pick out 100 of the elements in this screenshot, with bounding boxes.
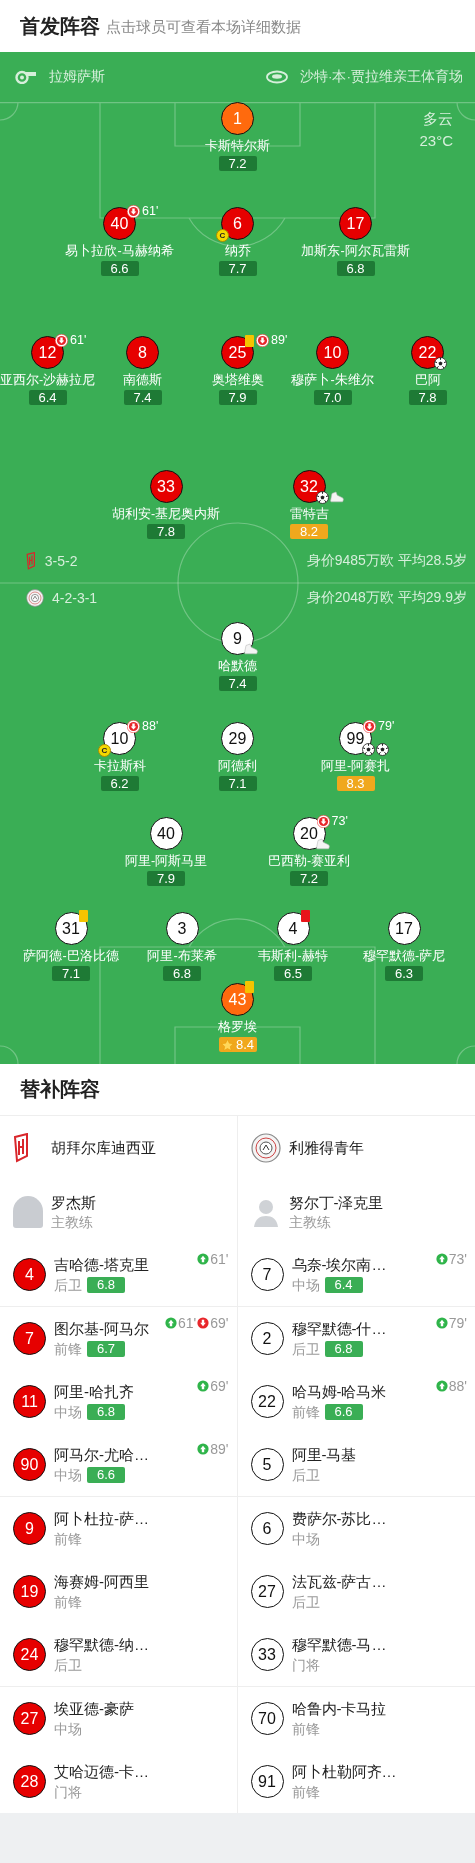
weather-text: 多云 — [423, 109, 453, 129]
player-position: 中场 — [54, 1720, 82, 1738]
player-number[interactable]: 7 — [13, 1322, 46, 1355]
player-number[interactable]: 31 — [54, 912, 88, 945]
whistle-icon — [15, 70, 37, 84]
team-logo — [26, 552, 37, 570]
boot-icon — [244, 643, 258, 656]
stadium-name: 沙特·本·贾拉维亲王体育场 — [300, 68, 463, 86]
player-number[interactable]: 7 — [250, 1258, 284, 1291]
player-rating: 6.8 — [87, 1277, 125, 1293]
player-number[interactable]: 10 — [316, 336, 349, 369]
player-number[interactable]: 1 — [221, 102, 254, 135]
player-position: 前锋 — [54, 1530, 82, 1548]
player-number[interactable]: 29 — [221, 722, 254, 755]
player-number[interactable]: 9 — [221, 622, 254, 655]
player-name: 巴阿 — [414, 372, 441, 388]
player-rating: 6.6 — [87, 1467, 125, 1483]
team-logo — [250, 1133, 281, 1163]
player-position: 门将 — [291, 1656, 320, 1674]
player-position: 前锋 — [291, 1783, 320, 1801]
football-icon — [315, 491, 329, 504]
player-position: 中场 — [291, 1276, 320, 1294]
player-name: 阿卜杜拉-萨… — [54, 1509, 149, 1529]
section-hint: 点击球员可查看本场详细数据 — [106, 17, 301, 37]
player-rating: 7.9 — [218, 390, 257, 405]
player-number[interactable]: 3 — [165, 912, 199, 945]
player-number[interactable]: 24 — [13, 1638, 46, 1671]
player-rating: 6.3 — [385, 966, 423, 981]
player-name: 纳乔 — [224, 243, 251, 259]
coach-name: 努尔丁-泽克里 — [288, 1192, 384, 1213]
player-rating: 6.6 — [100, 261, 139, 276]
player-number[interactable]: 28 — [13, 1765, 46, 1798]
player-name: 费萨尔-苏比… — [291, 1509, 387, 1529]
player-name: 哈马姆-哈马米 — [291, 1382, 387, 1402]
substitution-minute: 79' — [448, 1316, 467, 1330]
squad-value-text: 身价2048万欧 平均29.9岁 — [306, 589, 467, 607]
player-number[interactable]: 27 — [13, 1702, 46, 1735]
football-icon — [434, 357, 447, 370]
player-number[interactable]: 33 — [250, 1638, 284, 1671]
booking-card-icon — [245, 334, 254, 347]
player-position: 中场 — [54, 1466, 82, 1484]
sending-off-card-icon — [300, 910, 310, 922]
player-rating: 6.4 — [28, 390, 67, 405]
player-rating: 6.8 — [336, 261, 375, 276]
player-number[interactable]: 90 — [13, 1448, 46, 1481]
booking-card-icon — [78, 910, 88, 922]
player-number[interactable]: 40 — [103, 207, 136, 240]
booking-card-icon — [245, 981, 254, 993]
player-number[interactable]: 27 — [250, 1575, 284, 1608]
boot-icon — [329, 491, 344, 504]
player-name: 法瓦兹-萨古… — [291, 1572, 387, 1592]
player-rating: 7.1 — [218, 776, 257, 791]
player-number[interactable]: 40 — [149, 817, 183, 850]
player-number[interactable]: 32 — [292, 470, 326, 503]
player-number[interactable]: 8 — [126, 336, 159, 369]
player-number[interactable]: 5 — [250, 1448, 284, 1481]
stadium-icon — [266, 70, 288, 84]
player-number[interactable]: 22 — [411, 336, 444, 369]
player-number[interactable]: 6 — [250, 1512, 284, 1545]
player-name: 亚西尔-沙赫拉尼 — [0, 372, 96, 388]
player-name: 阿马尔-尤哈… — [54, 1445, 149, 1465]
player-position: 门将 — [54, 1783, 82, 1801]
player-number[interactable]: 4 — [276, 912, 310, 945]
player-number[interactable]: 91 — [250, 1765, 284, 1798]
substitution-on-icon — [197, 1253, 210, 1265]
boot-icon — [315, 838, 330, 851]
player-rating: 7.4 — [123, 390, 162, 405]
substitution-on-icon — [197, 1380, 210, 1392]
player-number[interactable]: 43 — [221, 983, 254, 1016]
captain-badge: C — [98, 744, 111, 757]
player-number[interactable]: 17 — [339, 207, 372, 240]
player-number[interactable]: 19 — [13, 1575, 46, 1608]
player-number[interactable]: 22 — [250, 1385, 284, 1418]
player-number[interactable]: 4 — [13, 1258, 46, 1291]
squad-value-text: 身价9485万欧 平均28.5岁 — [306, 552, 467, 570]
player-number[interactable]: 70 — [250, 1702, 284, 1735]
player-rating: 7.8 — [147, 524, 185, 539]
player-number[interactable]: 17 — [387, 912, 421, 945]
player-number[interactable]: 2 — [250, 1322, 284, 1355]
player-number[interactable]: 11 — [13, 1385, 46, 1418]
player-number[interactable]: 33 — [149, 470, 183, 503]
player-name: 艾哈迈德-卡… — [54, 1762, 149, 1782]
player-position: 后卫 — [54, 1656, 82, 1674]
player-rating: 7.8 — [408, 390, 447, 405]
substitution-minute: 88' — [448, 1379, 467, 1393]
player-name: 卡拉斯科 — [93, 758, 146, 774]
player-position: 前锋 — [54, 1593, 82, 1611]
substitution-off-icon — [256, 334, 269, 347]
substitution-minute: 73' — [331, 815, 348, 828]
player-position: 中场 — [291, 1530, 320, 1548]
player-number[interactable]: 12 — [31, 336, 64, 369]
player-name: 穆罕默德-纳… — [54, 1635, 149, 1655]
player-name: 阿里-阿赛扎 — [320, 758, 391, 774]
player-number[interactable]: 25 — [221, 336, 254, 369]
player-number[interactable]: 9 — [13, 1512, 46, 1545]
player-rating: 6.4 — [324, 1277, 363, 1293]
player-rating: 6.8 — [163, 966, 201, 981]
team-logo — [13, 1133, 31, 1163]
player-name: 乌奈-埃尔南… — [291, 1255, 387, 1275]
coach-role: 主教练 — [288, 1212, 332, 1231]
